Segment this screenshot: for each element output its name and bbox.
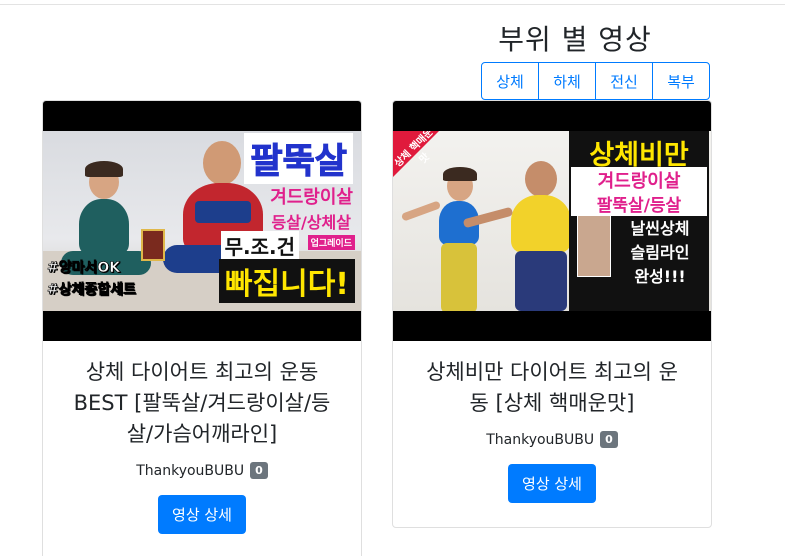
video-thumbnail[interactable]: 팔뚝살 겨드랑이살 등살/상체살 무.조.건 업그레이드 빠집니다! #양마서O…: [43, 101, 361, 341]
body-part-filter-group: 상체 하체 전신 복부: [481, 62, 710, 100]
filter-abs-button[interactable]: 복부: [652, 62, 710, 100]
thumb-text: 빠집니다!: [218, 259, 355, 303]
video-thumbnail[interactable]: 상체 핵매운맛 상체비만 겨드랑이살 팔뚝살/등살 날씬상체 슬림라인 완성!!…: [393, 101, 711, 341]
video-detail-button[interactable]: 영상 상세: [158, 495, 246, 534]
section-title: 부위 별 영상: [498, 23, 652, 56]
thumb-text: #양마서OK: [47, 260, 121, 277]
channel-name: ThankyouBUBU: [486, 431, 595, 448]
poster-image: [141, 229, 165, 261]
thumb-text: 업그레이드: [307, 235, 355, 250]
video-detail-button[interactable]: 영상 상세: [508, 464, 596, 503]
person-figure: [400, 167, 487, 311]
count-badge: 0: [600, 431, 618, 448]
photo-inset: [577, 215, 611, 277]
thumb-text: 겨드랑이살: [270, 187, 353, 208]
channel-name: ThankyouBUBU: [136, 462, 245, 479]
video-card: 상체 핵매운맛 상체비만 겨드랑이살 팔뚝살/등살 날씬상체 슬림라인 완성!!…: [392, 100, 712, 528]
filter-lower-body-button[interactable]: 하체: [538, 62, 596, 100]
top-divider: [0, 4, 785, 5]
thumb-headline: 팔뚝살: [244, 133, 353, 184]
video-title: 상체비만 다이어트 최고의 운동 [상체 핵매운맛]: [426, 360, 678, 415]
thumb-text: 등살/상체살: [271, 213, 351, 232]
thumb-text: 날씬상체: [630, 219, 690, 238]
filter-upper-body-button[interactable]: 상체: [481, 62, 539, 100]
thumb-text: #상체종합세트: [47, 282, 137, 299]
thumb-text: 무.조.건: [220, 231, 299, 260]
thumb-text: 겨드랑이살: [571, 167, 707, 193]
thumb-text: 팔뚝살/등살: [571, 191, 707, 216]
thumb-text: 완성!!!: [634, 267, 686, 286]
video-title: 상체 다이어트 최고의 운동 BEST [팔뚝살/겨드랑이살/등살/가슴어깨라인…: [73, 360, 331, 446]
thumb-text: 슬림라인: [630, 243, 690, 262]
count-badge: 0: [250, 462, 268, 479]
filter-full-body-button[interactable]: 전신: [595, 62, 653, 100]
video-card: 팔뚝살 겨드랑이살 등살/상체살 무.조.건 업그레이드 빠집니다! #양마서O…: [42, 100, 362, 556]
